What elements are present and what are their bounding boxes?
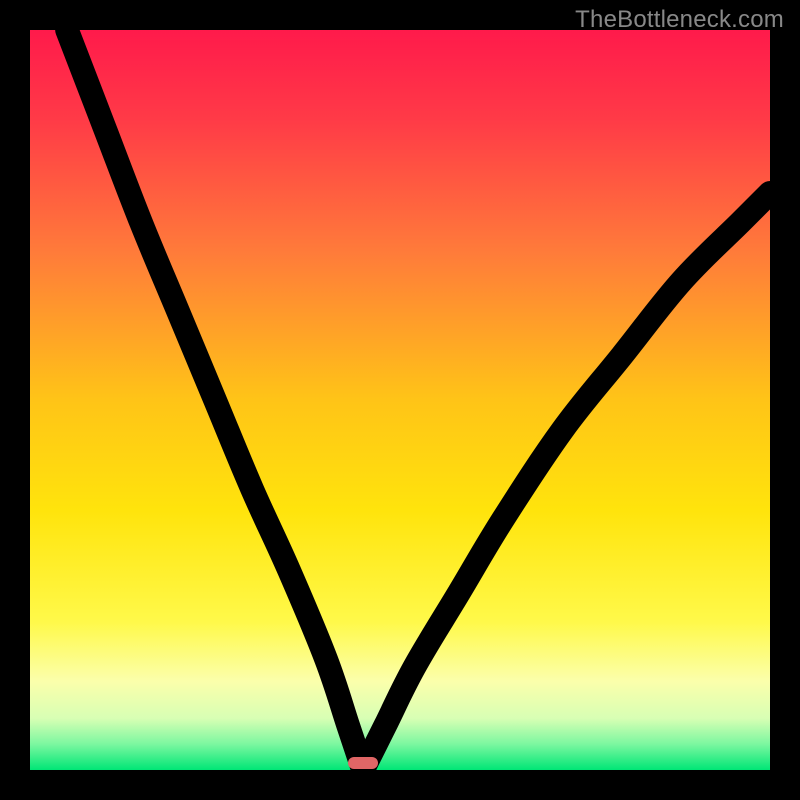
curve-layer	[30, 30, 770, 770]
left-branch-path	[67, 30, 363, 770]
outer-frame: TheBottleneck.com	[0, 0, 800, 800]
plot-area	[30, 30, 770, 770]
right-branch-path	[363, 193, 770, 770]
vertex-marker	[348, 757, 378, 769]
